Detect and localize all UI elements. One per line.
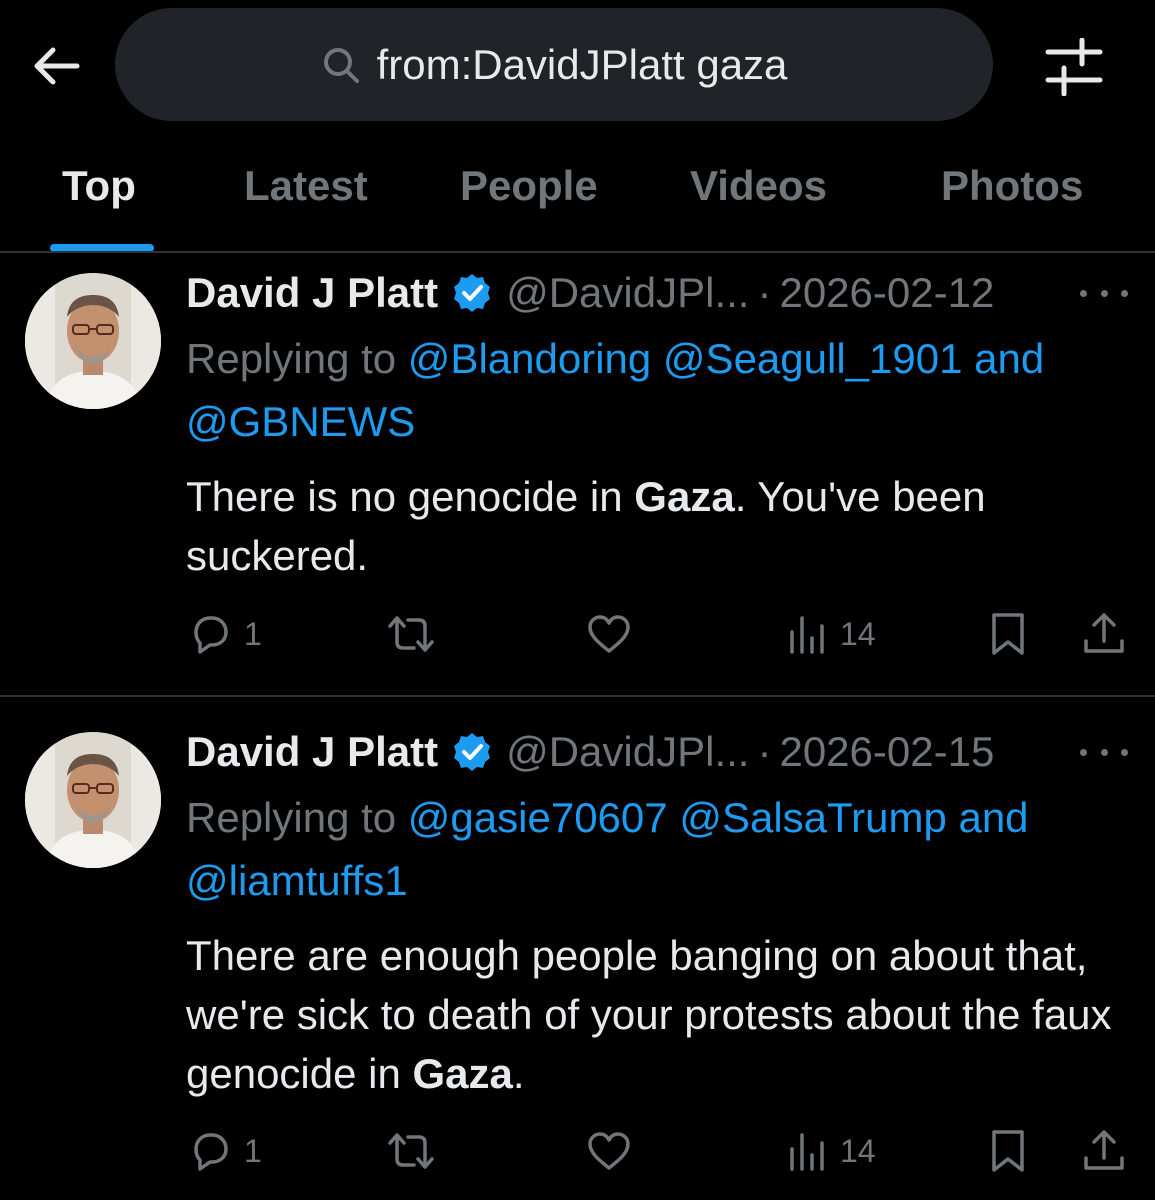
verified-badge-icon	[452, 732, 492, 772]
bookmark-icon	[992, 613, 1024, 655]
mention-link[interactable]: @Blandoring	[408, 335, 651, 382]
replying-prefix: Replying to	[186, 794, 397, 841]
like-icon	[588, 615, 630, 653]
more-icon	[1080, 289, 1087, 297]
filter-sliders-icon	[1045, 37, 1103, 97]
tweet[interactable]: David J Platt @DavidJPl... · 2026-02-12 …	[0, 253, 1155, 697]
views-icon	[790, 616, 824, 654]
bookmark-button[interactable]	[988, 1126, 1028, 1176]
author-name[interactable]: David J Platt	[186, 728, 438, 776]
views-button[interactable]: 14	[788, 609, 876, 659]
search-header: from:DavidJPlatt gaza Top Latest People …	[0, 0, 1155, 253]
reply-button[interactable]: 1	[188, 1126, 262, 1176]
mention-link[interactable]: @GBNEWS	[186, 398, 415, 445]
tab-people[interactable]: People	[460, 162, 598, 210]
replying-prefix: Replying to	[186, 335, 397, 382]
share-icon	[1084, 1130, 1124, 1170]
share-button[interactable]	[1082, 1126, 1126, 1176]
search-filter-button[interactable]	[1042, 37, 1106, 97]
reply-count: 1	[244, 615, 262, 652]
tweet-actions: 1 14	[0, 609, 1155, 659]
author-name[interactable]: David J Platt	[186, 269, 438, 317]
views-icon	[790, 1133, 824, 1171]
tweet-text-pre: There are enough people banging on about…	[186, 932, 1112, 1097]
replying-to: Replying to @Blandoring @Seagull_1901 an…	[186, 327, 1116, 453]
retweet-icon	[388, 616, 434, 652]
view-count: 14	[840, 615, 876, 652]
search-icon	[321, 45, 361, 85]
highlighted-term: Gaza	[412, 1050, 513, 1097]
mention-and[interactable]: and	[974, 335, 1044, 382]
tweet-text-post: .	[512, 1050, 525, 1097]
avatar[interactable]	[25, 732, 161, 868]
back-button[interactable]	[28, 40, 84, 92]
tweet-header: David J Platt @DavidJPl... · 2026-02-15	[186, 727, 994, 777]
more-button[interactable]	[1080, 737, 1128, 767]
view-count: 14	[840, 1132, 876, 1169]
meta-separator: ·	[757, 269, 772, 316]
share-button[interactable]	[1082, 609, 1126, 659]
tab-latest[interactable]: Latest	[244, 162, 368, 210]
highlighted-term: Gaza	[634, 473, 735, 520]
search-input[interactable]: from:DavidJPlatt gaza	[377, 41, 788, 89]
search-bar[interactable]: from:DavidJPlatt gaza	[115, 8, 993, 121]
author-handle[interactable]: @DavidJPl...	[506, 269, 749, 317]
bookmark-button[interactable]	[988, 609, 1028, 659]
search-tabs: Top Latest People Videos Photos	[0, 150, 1155, 252]
bookmark-icon	[992, 1130, 1024, 1172]
tweet-actions: 1 14	[0, 1126, 1155, 1176]
retweet-icon	[388, 1133, 434, 1169]
retweet-button[interactable]	[386, 609, 436, 659]
tab-photos[interactable]: Photos	[941, 162, 1083, 210]
reply-button[interactable]: 1	[188, 609, 262, 659]
reply-icon	[194, 616, 228, 654]
tweet[interactable]: David J Platt @DavidJPl... · 2026-02-15 …	[0, 697, 1155, 1200]
tweet-text: There is no genocide in Gaza. You've bee…	[186, 467, 1116, 585]
reply-icon	[194, 1133, 228, 1171]
mention-link[interactable]: @gasie70607	[408, 794, 668, 841]
tab-top[interactable]: Top	[62, 162, 136, 210]
back-arrow-icon	[34, 47, 80, 85]
replying-to: Replying to @gasie70607 @SalsaTrump and …	[186, 786, 1116, 912]
tweet-text: There are enough people banging on about…	[186, 926, 1116, 1103]
more-button[interactable]	[1080, 278, 1128, 308]
tweet-date[interactable]: 2026-02-15	[779, 728, 994, 776]
reply-count: 1	[244, 1132, 262, 1169]
avatar[interactable]	[25, 273, 161, 409]
share-icon	[1084, 613, 1124, 653]
tweet-text-pre: There is no genocide in	[186, 473, 623, 520]
meta-separator: ·	[757, 728, 772, 775]
mention-link[interactable]: @Seagull_1901	[663, 335, 963, 382]
retweet-button[interactable]	[386, 1126, 436, 1176]
author-handle[interactable]: @DavidJPl...	[506, 728, 749, 776]
tweet-header: David J Platt @DavidJPl... · 2026-02-12	[186, 268, 994, 318]
views-button[interactable]: 14	[788, 1126, 876, 1176]
like-icon	[588, 1132, 630, 1170]
like-button[interactable]	[586, 609, 632, 659]
mention-and[interactable]: and	[958, 794, 1028, 841]
like-button[interactable]	[586, 1126, 632, 1176]
tab-videos[interactable]: Videos	[690, 162, 827, 210]
more-icon	[1080, 748, 1087, 756]
mention-link[interactable]: @liamtuffs1	[186, 857, 408, 904]
verified-badge-icon	[452, 273, 492, 313]
tweet-date[interactable]: 2026-02-12	[779, 269, 994, 317]
mention-link[interactable]: @SalsaTrump	[679, 794, 946, 841]
